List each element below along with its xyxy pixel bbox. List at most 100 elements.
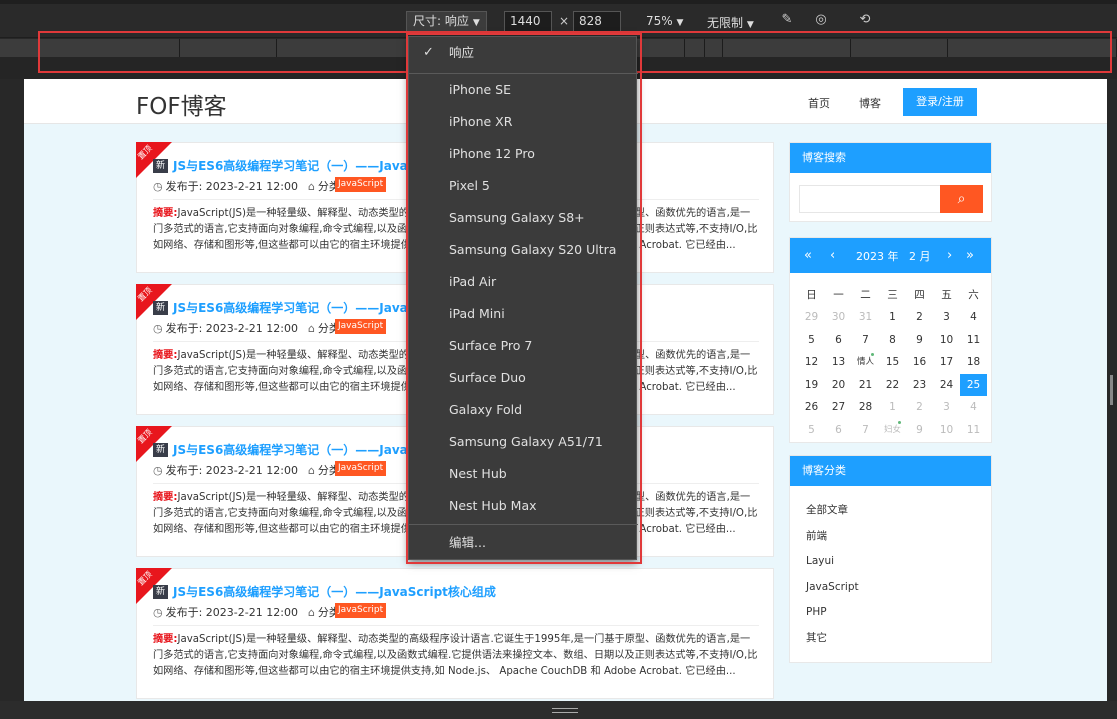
nav-blog-link[interactable]: 博客 <box>859 95 881 111</box>
calendar-day[interactable]: 28 <box>852 396 879 418</box>
calendar-day-label: 16 <box>912 356 927 369</box>
calendar-day[interactable]: 2 <box>906 396 933 418</box>
viewport-resize-handle[interactable] <box>1107 79 1117 701</box>
calendar-day[interactable]: 31 <box>852 306 879 328</box>
toolbar-top-strip <box>0 0 1117 4</box>
calendar-day-label: 21 <box>858 378 873 391</box>
category-badge[interactable]: JavaScript <box>335 319 387 334</box>
calendar-day[interactable]: 3 <box>933 306 960 328</box>
calendar-day[interactable]: 1 <box>879 396 906 418</box>
search-input[interactable] <box>799 185 942 213</box>
category-badge[interactable]: JavaScript <box>335 603 387 618</box>
calendar-day[interactable]: 27 <box>825 396 852 418</box>
calendar-day[interactable]: 18 <box>960 351 987 373</box>
calendar-day[interactable]: 11 <box>960 419 987 441</box>
calendar-day-label: 11 <box>966 333 981 346</box>
post-meta: ◷ 发布于: 2023-2-21 12:00 ⌂ 分类: <box>153 178 344 194</box>
height-input[interactable]: 828 <box>573 11 621 32</box>
calendar-day[interactable]: 5 <box>798 419 825 441</box>
calendar-day[interactable]: 20 <box>825 374 852 396</box>
calendar-header: « ‹ 2023 年 2 月 › » <box>790 238 991 273</box>
calendar-day[interactable]: 5 <box>798 329 825 351</box>
post-card[interactable]: 置顶 新 JS与ES6高级编程学习笔记（一）——JavaScript核心组成 ◷… <box>136 568 774 699</box>
tag-icon: ⌂ <box>307 464 315 477</box>
category-item[interactable]: 前端 <box>806 524 975 550</box>
category-badge[interactable]: JavaScript <box>335 177 387 192</box>
next-month-icon[interactable]: › <box>947 248 952 263</box>
calendar-day[interactable]: 30 <box>825 306 852 328</box>
weekday-label: 四 <box>914 289 925 301</box>
calendar-month[interactable]: 2 月 <box>909 248 931 264</box>
calendar-day[interactable]: 8 <box>879 329 906 351</box>
calendar-day[interactable]: 23 <box>906 374 933 396</box>
category-item[interactable]: PHP <box>806 600 975 626</box>
post-meta: ◷ 发布于: 2023-2-21 12:00 ⌂ 分类: <box>153 462 344 478</box>
calendar-day-label: 2 <box>916 401 923 414</box>
calendar-day[interactable]: 24 <box>933 374 960 396</box>
calendar-day[interactable]: 15 <box>879 351 906 373</box>
prev-month-icon[interactable]: ‹ <box>830 248 835 263</box>
calendar-day[interactable]: 26 <box>798 396 825 418</box>
new-badge: 新 <box>153 301 168 315</box>
calendar-year[interactable]: 2023 年 <box>856 248 899 264</box>
calendar-day[interactable]: 9 <box>906 329 933 351</box>
width-input[interactable]: 1440 <box>504 11 552 32</box>
calendar-day[interactable]: 12 <box>798 351 825 373</box>
calendar-day[interactable]: 29 <box>798 306 825 328</box>
resize-grip[interactable] <box>552 708 578 713</box>
next-year-icon[interactable]: » <box>966 248 974 263</box>
sensors-icon[interactable]: ◎ <box>812 11 830 29</box>
category-item[interactable]: 全部文章 <box>806 498 975 524</box>
calendar-day[interactable]: 9 <box>906 419 933 441</box>
calendar-day[interactable]: 3 <box>933 396 960 418</box>
calendar-day[interactable]: 6 <box>825 419 852 441</box>
calendar-day[interactable]: 7 <box>852 419 879 441</box>
calendar-day[interactable]: 10 <box>933 419 960 441</box>
calendar-day[interactable]: 10 <box>933 329 960 351</box>
bottom-resize-bar[interactable] <box>0 701 1117 719</box>
dimensions-select[interactable]: 尺寸: 响应 ▼ <box>406 11 487 32</box>
pipette-icon[interactable]: ✎ <box>778 11 796 29</box>
resize-grip[interactable] <box>1110 375 1113 405</box>
chevron-down-icon: ▼ <box>746 20 754 30</box>
calendar-day[interactable]: 6 <box>825 329 852 351</box>
nav-home-link[interactable]: 首页 <box>808 95 830 111</box>
calendar-day[interactable]: 25 <box>960 373 987 396</box>
calendar-day[interactable]: 16 <box>906 351 933 373</box>
post-meta: ◷ 发布于: 2023-2-21 12:00 ⌂ 分类: <box>153 320 344 336</box>
calendar-day[interactable]: 17 <box>933 351 960 373</box>
zoom-label: 75% <box>646 14 673 28</box>
excerpt-label: 摘要: <box>153 492 178 503</box>
calendar-day[interactable]: 7 <box>852 329 879 351</box>
calendar-day-label: 6 <box>835 424 842 436</box>
calendar-day[interactable]: 4 <box>960 306 987 328</box>
calendar-day[interactable]: 情人 <box>852 351 879 373</box>
zoom-select[interactable]: 75% ▼ <box>646 14 683 28</box>
calendar-day[interactable]: 19 <box>798 374 825 396</box>
throttle-select[interactable]: 无限制 ▼ <box>707 14 754 31</box>
calendar-day[interactable]: 21 <box>852 374 879 396</box>
excerpt-label: 摘要: <box>153 350 178 361</box>
calendar-day-label: 27 <box>831 401 846 414</box>
rotate-icon[interactable]: ⟲ <box>856 11 874 29</box>
login-register-button[interactable]: 登录/注册 <box>903 88 977 116</box>
weekday-label: 二 <box>860 289 871 301</box>
calendar-day-label: 22 <box>885 378 900 391</box>
category-item[interactable]: 其它 <box>806 626 975 652</box>
category-badge[interactable]: JavaScript <box>335 461 387 476</box>
post-title[interactable]: JS与ES6高级编程学习笔记（一）——JavaScript核心组成 <box>173 583 496 600</box>
category-item[interactable]: Layui <box>806 549 975 575</box>
calendar-day[interactable]: 妇女 <box>879 419 906 441</box>
calendar-day[interactable]: 22 <box>879 374 906 396</box>
excerpt-text: JavaScript(JS)是一种轻量级、解释型、动态类型的高级程序设计语言.它… <box>153 634 758 677</box>
site-logo[interactable]: FOF博客 <box>136 87 227 121</box>
calendar-day[interactable]: 13 <box>825 351 852 373</box>
prev-year-icon[interactable]: « <box>804 248 812 263</box>
calendar-day[interactable]: 4 <box>960 396 987 418</box>
category-panel-title: 博客分类 <box>790 456 991 486</box>
calendar-day[interactable]: 2 <box>906 306 933 328</box>
calendar-day[interactable]: 1 <box>879 306 906 328</box>
search-button[interactable]: ⌕ <box>940 185 983 213</box>
category-item[interactable]: JavaScript <box>806 575 975 601</box>
calendar-day[interactable]: 11 <box>960 329 987 351</box>
